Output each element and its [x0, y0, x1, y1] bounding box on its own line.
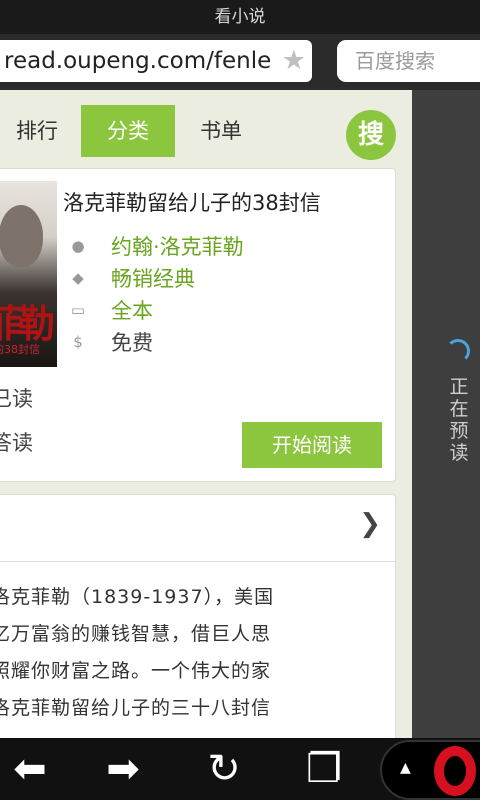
description-line: 亿万富翁的赚钱智慧，借巨人思: [0, 623, 272, 645]
opera-logo: [434, 746, 476, 796]
caret-up-icon: ▲: [400, 760, 411, 776]
chevron-right-icon[interactable]: ❯: [359, 509, 381, 539]
read-action: 答读: [0, 431, 33, 455]
preload-status: 正在预读: [449, 376, 469, 464]
navigation-bar: ⬅ ➡ ↻ ❐ ▲: [0, 738, 480, 800]
tabs-icon[interactable]: ❐: [292, 742, 356, 796]
book-cover[interactable]: 菲勒 的38封信: [0, 181, 57, 367]
book-title: 洛克菲勒留给儿子的38封信: [63, 191, 321, 215]
tab-ranking[interactable]: 排行: [0, 105, 74, 157]
divider: [0, 561, 395, 562]
dollar-icon: $: [73, 333, 83, 351]
description-line: 照耀你财富之路。一个伟大的家: [0, 660, 272, 682]
price-value: 免费: [111, 331, 153, 355]
status-value: 全本: [111, 299, 153, 323]
category-tabs: 排行 分类 书单 搜: [0, 90, 412, 170]
price-row: $ 免费: [69, 327, 153, 357]
tab-category[interactable]: 分类: [81, 105, 175, 157]
author-row: ● 约翰·洛克菲勒: [69, 231, 244, 261]
reload-icon[interactable]: ↻: [192, 742, 256, 796]
cover-title: 菲勒: [0, 302, 55, 346]
opera-menu-button[interactable]: ▲: [380, 740, 480, 800]
category-row: ◆ 畅销经典: [69, 263, 195, 293]
search-button[interactable]: 搜: [346, 110, 396, 160]
description-card: ❯ 洛克菲勒（1839-1937），美国 亿万富翁的赚钱智慧，借巨人思 照耀你财…: [0, 494, 396, 738]
status-row: ▭ 全本: [69, 295, 153, 325]
page-content: 排行 分类 书单 搜 菲勒 的38封信 洛克菲勒留给儿子的38封信 ● 约翰·洛…: [0, 90, 412, 738]
author-link[interactable]: 约翰·洛克菲勒: [111, 231, 244, 261]
address-text: read.oupeng.com/fenle: [4, 48, 272, 74]
start-reading-button[interactable]: 开始阅读: [242, 422, 382, 468]
person-icon: ●: [71, 237, 85, 255]
search-box[interactable]: 百度搜索: [337, 40, 480, 82]
book-card: 菲勒 的38封信 洛克菲勒留给儿子的38封信 ● 约翰·洛克菲勒 ◆ 畅销经典 …: [0, 168, 396, 482]
category-link[interactable]: 畅销经典: [111, 263, 195, 293]
tag-icon: ◆: [72, 269, 84, 287]
cover-portrait: [0, 205, 43, 267]
star-icon[interactable]: ★: [282, 43, 306, 79]
browser-toolbar: read.oupeng.com/fenle ★ 百度搜索: [0, 34, 480, 90]
description-line: 洛克菲勒留给儿子的三十八封信: [0, 697, 272, 719]
forward-arrow-icon[interactable]: ➡: [92, 742, 154, 796]
back-arrow-icon[interactable]: ⬅: [0, 742, 60, 796]
read-count: 已读: [0, 387, 33, 411]
window-title: 看小说: [0, 0, 480, 34]
description-line: 洛克菲勒（1839-1937），美国: [0, 586, 275, 608]
cover-subtitle: 的38封信: [0, 343, 40, 356]
book-icon: ▭: [70, 301, 86, 319]
address-bar[interactable]: read.oupeng.com/fenle ★: [0, 40, 312, 82]
loading-spinner-icon: [446, 339, 470, 363]
tab-booklist[interactable]: 书单: [178, 105, 264, 157]
book-description: 洛克菲勒（1839-1937），美国 亿万富翁的赚钱智慧，借巨人思 照耀你财富之…: [0, 579, 361, 727]
